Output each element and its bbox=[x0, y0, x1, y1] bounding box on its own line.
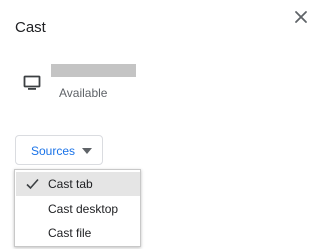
close-button[interactable] bbox=[292, 8, 310, 26]
close-icon bbox=[295, 11, 307, 23]
caret-down-icon bbox=[82, 148, 92, 154]
tv-icon bbox=[23, 75, 41, 90]
cast-sink-item[interactable]: Available bbox=[20, 60, 310, 108]
menu-item-label: Cast file bbox=[48, 226, 92, 240]
sink-name-redacted bbox=[51, 64, 136, 77]
menu-item-label: Cast tab bbox=[48, 177, 93, 191]
sink-status: Available bbox=[59, 86, 108, 100]
dialog-title: Cast bbox=[15, 19, 46, 36]
cast-dialog: Cast Available Sources Cast tab Cast des… bbox=[0, 0, 320, 249]
sources-button-label: Sources bbox=[31, 144, 76, 158]
menu-item-cast-desktop[interactable]: Cast desktop bbox=[16, 197, 140, 221]
menu-item-cast-tab[interactable]: Cast tab bbox=[16, 172, 140, 196]
sources-menu: Cast tab Cast desktop Cast file bbox=[14, 169, 141, 247]
check-icon bbox=[26, 178, 39, 190]
menu-item-label: Cast desktop bbox=[48, 202, 119, 216]
menu-item-cast-file[interactable]: Cast file bbox=[16, 221, 140, 245]
sources-button[interactable]: Sources bbox=[15, 135, 103, 165]
